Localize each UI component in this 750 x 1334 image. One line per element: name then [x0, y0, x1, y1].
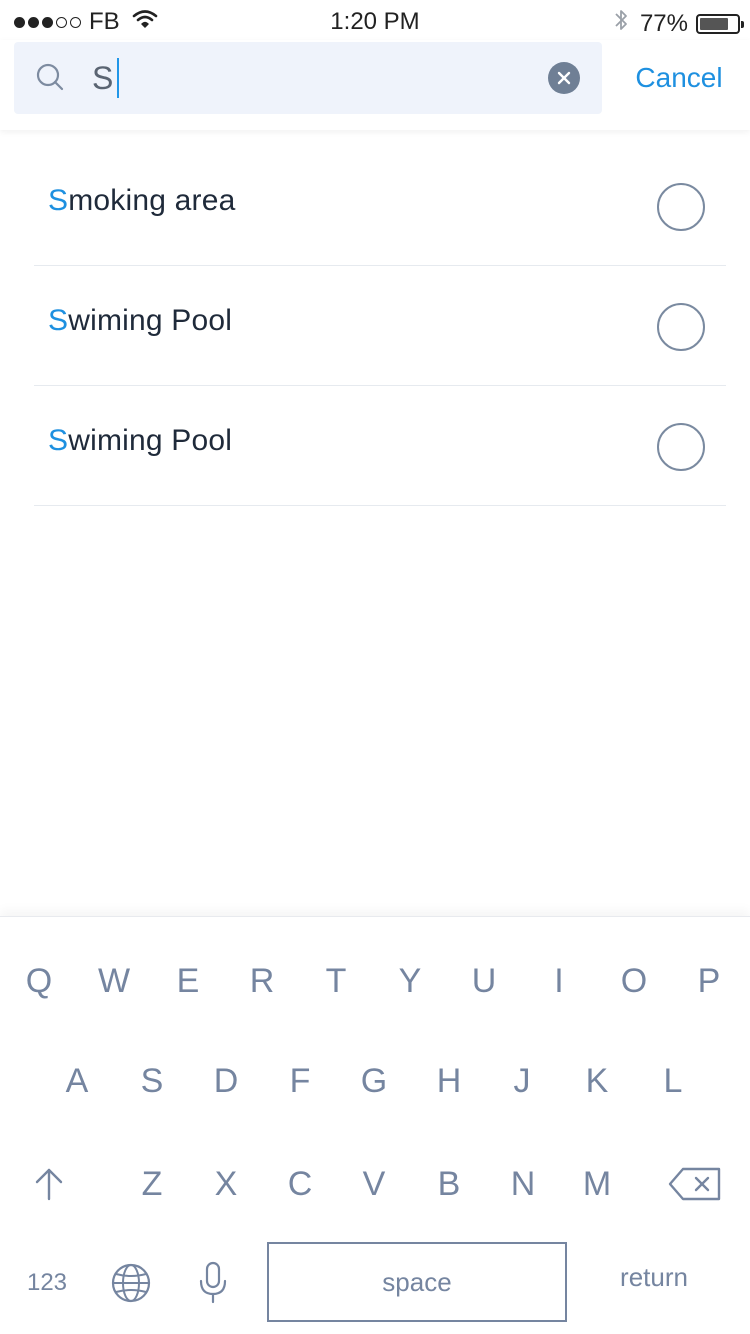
key-n[interactable]: N	[493, 1154, 553, 1214]
select-radio[interactable]	[657, 303, 705, 351]
list-item-label: Smoking area	[48, 184, 236, 217]
key-z[interactable]: Z	[122, 1154, 182, 1214]
key-x[interactable]: X	[196, 1154, 256, 1214]
list-item-label: Swiming Pool	[48, 424, 233, 457]
key-s[interactable]: S	[122, 1051, 182, 1111]
results-list: Smoking area Swiming Pool Swiming Pool	[34, 146, 726, 506]
key-o[interactable]: O	[604, 951, 664, 1011]
select-radio[interactable]	[657, 423, 705, 471]
key-r[interactable]: R	[232, 951, 292, 1011]
key-b[interactable]: B	[419, 1154, 479, 1214]
key-q[interactable]: Q	[9, 951, 69, 1011]
search-icon	[36, 62, 66, 97]
clear-search-button[interactable]	[548, 62, 580, 94]
numbers-key[interactable]: 123	[17, 1253, 77, 1313]
keyboard: Q W E R T Y U I O P A S D F G H J K L Z …	[0, 916, 750, 1334]
shift-icon	[35, 1168, 63, 1201]
list-item[interactable]: Smoking area	[34, 146, 726, 266]
list-item-label: Swiming Pool	[48, 304, 233, 337]
battery-percent: 77%	[639, 9, 688, 37]
list-item[interactable]: Swiming Pool	[34, 266, 726, 386]
status-bar: FB 1:20 PM 77%	[0, 0, 750, 40]
key-t[interactable]: T	[306, 951, 366, 1011]
key-a[interactable]: A	[47, 1051, 107, 1111]
select-radio[interactable]	[657, 183, 705, 231]
globe-key[interactable]	[101, 1253, 161, 1313]
key-g[interactable]: G	[344, 1051, 404, 1111]
search-header: S Cancel	[0, 40, 750, 130]
text-cursor	[117, 57, 120, 98]
key-f[interactable]: F	[270, 1051, 330, 1111]
list-item[interactable]: Swiming Pool	[34, 386, 726, 506]
status-right: 77%	[614, 8, 744, 39]
key-u[interactable]: U	[454, 951, 514, 1011]
shift-key[interactable]	[19, 1154, 79, 1214]
key-y[interactable]: Y	[380, 951, 440, 1011]
key-d[interactable]: D	[196, 1051, 256, 1111]
key-c[interactable]: C	[270, 1154, 330, 1214]
cancel-button[interactable]: Cancel	[620, 58, 738, 98]
clear-icon	[557, 71, 571, 85]
space-key[interactable]: space	[267, 1242, 567, 1322]
microphone-key[interactable]	[183, 1253, 243, 1313]
microphone-icon	[199, 1261, 227, 1304]
key-k[interactable]: K	[567, 1051, 627, 1111]
key-v[interactable]: V	[344, 1154, 404, 1214]
key-m[interactable]: M	[567, 1154, 627, 1214]
key-h[interactable]: H	[419, 1051, 479, 1111]
key-l[interactable]: L	[643, 1051, 703, 1111]
battery-level-fill	[700, 17, 728, 30]
backspace-icon	[668, 1167, 721, 1201]
key-w[interactable]: W	[84, 951, 144, 1011]
bluetooth-icon	[614, 8, 628, 39]
search-input[interactable]: S	[14, 42, 602, 114]
key-e[interactable]: E	[158, 951, 218, 1011]
battery-icon	[696, 13, 744, 34]
key-p[interactable]: P	[679, 951, 739, 1011]
globe-icon	[111, 1263, 151, 1303]
key-i[interactable]: I	[529, 951, 589, 1011]
search-query: S	[92, 57, 120, 98]
key-j[interactable]: J	[492, 1051, 552, 1111]
return-key[interactable]: return	[604, 1247, 704, 1307]
backspace-key[interactable]	[664, 1154, 726, 1214]
